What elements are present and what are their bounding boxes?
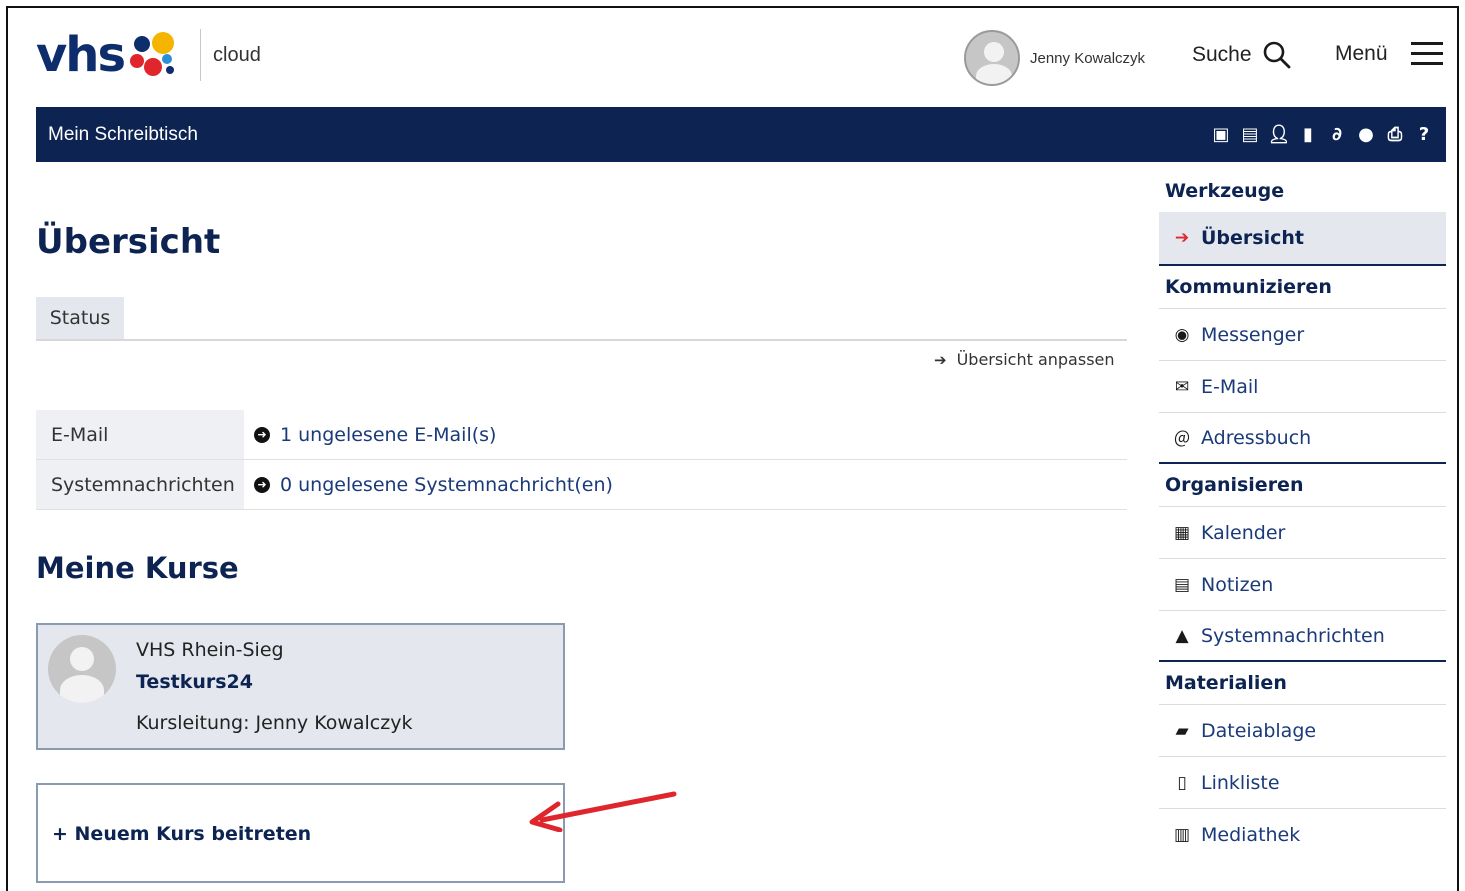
help-icon[interactable]: ? — [1414, 124, 1434, 145]
sidebar-item-label: Adressbuch — [1201, 426, 1312, 449]
print-icon[interactable]: ⎙ — [1385, 124, 1405, 145]
tour-icon[interactable]: ▣ — [1211, 124, 1231, 145]
course-avatar — [48, 635, 116, 703]
join-course-button[interactable]: + Neuem Kurs beitreten — [36, 783, 565, 883]
customize-overview-label: Übersicht anpassen — [956, 350, 1115, 369]
sidebar-item-calendar[interactable]: ▦ Kalender — [1159, 506, 1446, 558]
sidebar-item-overview[interactable]: ➔ Übersicht — [1159, 212, 1446, 266]
bookmark-icon: ▯ — [1177, 772, 1187, 793]
hamburger-icon — [1410, 42, 1443, 65]
sidebar-item-files[interactable]: ▰ Dateiablage — [1159, 704, 1446, 756]
sidebar-item-label: Kalender — [1201, 521, 1286, 544]
vhs-logo[interactable]: vhs cloud — [36, 26, 261, 84]
navbar-icon-group: ▣ ▤ 👤︎ ▮ ∂ ● ⎙ ? — [1211, 124, 1434, 145]
menu-button[interactable]: Menü — [1335, 40, 1444, 68]
course-lead: Kursleitung: Jenny Kowalczyk — [136, 712, 413, 734]
sidebar-item-media[interactable]: ▥ Mediathek — [1159, 808, 1446, 860]
circle-arrow-icon: ➜ — [254, 476, 270, 493]
customize-overview-link[interactable]: ➔ Übersicht anpassen — [934, 350, 1115, 369]
page-title: Übersicht — [36, 222, 221, 262]
sidebar-head-tools: Werkzeuge — [1165, 180, 1285, 202]
sidebar-item-email[interactable]: ✉ E-Mail — [1159, 360, 1446, 412]
sidebar-item-label: Mediathek — [1201, 823, 1301, 846]
my-courses-heading: Meine Kurse — [36, 551, 239, 585]
unread-email-text: 1 ungelesene E-Mail(s) — [280, 423, 497, 446]
sidebar-item-label: Dateiablage — [1201, 719, 1317, 742]
addressbook-icon: ＠ — [1173, 430, 1191, 450]
tab-status-label: Status — [49, 307, 111, 329]
tab-status[interactable]: Status — [36, 297, 124, 339]
course-name: Testkurs24 — [136, 671, 253, 693]
table-row: Systemnachrichten ➜ 0 ungelesene Systemn… — [36, 460, 1127, 510]
logo-cloud-label: cloud — [213, 43, 261, 66]
sidebar-item-label: Übersicht — [1201, 227, 1304, 249]
media-icon: ▥ — [1173, 824, 1191, 845]
sidebar-item-notes[interactable]: ▤ Notizen — [1159, 558, 1446, 610]
sidebar-item-label: Messenger — [1201, 323, 1305, 346]
sidebar-item-label: Linkliste — [1201, 771, 1280, 794]
sidebar-item-label: Notizen — [1201, 573, 1274, 596]
sidebar-item-addressbook[interactable]: ＠ Adressbuch — [1159, 412, 1446, 464]
row-label-sysmsg: Systemnachrichten — [36, 460, 244, 509]
status-table: E-Mail ➜ 1 ungelesene E-Mail(s) Systemna… — [36, 410, 1127, 510]
sidebar-head-materials: Materialien — [1165, 672, 1287, 694]
unread-sysmsg-text: 0 ungelesene Systemnachricht(en) — [280, 473, 613, 496]
user-icon[interactable]: 👤︎ — [1268, 124, 1291, 145]
arrow-right-icon: ➔ — [1174, 228, 1190, 248]
help-bubble-icon[interactable]: ● — [1356, 124, 1376, 145]
user-profile[interactable]: Jenny Kowalczyk — [964, 30, 1145, 86]
sidebar-item-links[interactable]: ▯ Linkliste — [1159, 756, 1446, 808]
sidebar-item-messenger[interactable]: ◉ Messenger — [1159, 308, 1446, 360]
user-name: Jenny Kowalczyk — [1030, 49, 1146, 67]
file-storage-icon: ▰ — [1175, 720, 1189, 741]
sidebar: Werkzeuge ➔ Übersicht Kommunizieren ◉ Me… — [1159, 170, 1446, 860]
warning-icon: ▲ — [1175, 625, 1189, 646]
avatar — [964, 30, 1020, 86]
red-annotation-arrow-icon — [529, 791, 677, 832]
bookmark-icon[interactable]: ▮ — [1298, 124, 1318, 145]
table-row: E-Mail ➜ 1 ungelesene E-Mail(s) — [36, 410, 1127, 460]
logo-dots-icon — [126, 30, 186, 80]
sidebar-item-label: E-Mail — [1201, 375, 1259, 398]
search-label: Suche — [1192, 43, 1252, 66]
course-card[interactable]: VHS Rhein-Sieg Testkurs24 Kursleitung: J… — [36, 623, 565, 750]
sidebar-head-communicate: Kommunizieren — [1165, 276, 1332, 298]
menu-label: Menü — [1335, 42, 1388, 65]
circle-arrow-icon: ➜ — [254, 426, 270, 443]
navbar-title: Mein Schreibtisch — [48, 123, 198, 145]
row-label-email: E-Mail — [36, 410, 244, 459]
sidebar-item-label: Systemnachrichten — [1201, 624, 1385, 647]
join-course-label: + Neuem Kurs beitreten — [52, 823, 312, 845]
search-button[interactable]: Suche — [1192, 40, 1292, 70]
note-icon: ▤ — [1173, 574, 1191, 595]
sidebar-head-organize: Organisieren — [1165, 474, 1304, 496]
logo-text: vhs — [36, 27, 126, 83]
tab-bar: Status — [36, 297, 1127, 341]
link-icon[interactable]: ∂ — [1327, 124, 1347, 145]
arrow-right-icon: ➔ — [934, 350, 947, 369]
top-navbar: Mein Schreibtisch ▣ ▤ 👤︎ ▮ ∂ ● ⎙ ? — [36, 107, 1446, 162]
logo-separator — [200, 29, 202, 81]
notes-icon[interactable]: ▤ — [1240, 124, 1260, 145]
sidebar-item-system-messages[interactable]: ▲ Systemnachrichten — [1159, 610, 1446, 662]
calendar-icon: ▦ — [1173, 522, 1191, 543]
unread-sysmsg-link[interactable]: ➜ 0 ungelesene Systemnachricht(en) — [244, 460, 1127, 509]
search-icon — [1263, 41, 1290, 69]
unread-email-link[interactable]: ➜ 1 ungelesene E-Mail(s) — [244, 410, 1127, 459]
course-org: VHS Rhein-Sieg — [136, 639, 284, 661]
envelope-icon: ✉ — [1174, 376, 1190, 397]
messenger-icon: ◉ — [1174, 324, 1190, 345]
